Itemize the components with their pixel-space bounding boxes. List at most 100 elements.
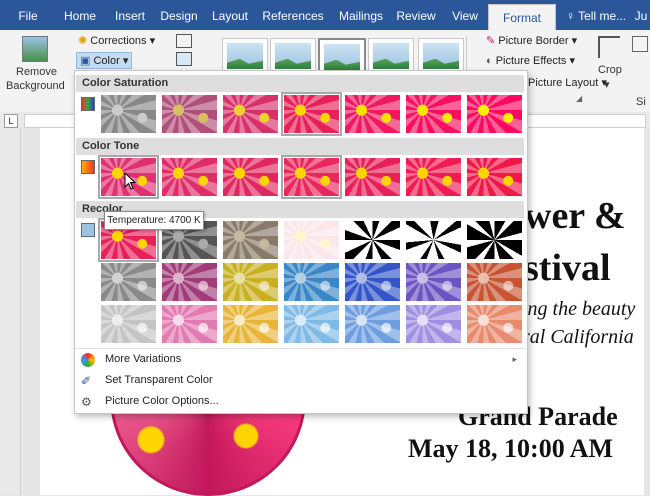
recolor-option[interactable]	[284, 221, 339, 259]
picture-color-options-label: Picture Color Options...	[105, 395, 219, 407]
recolor-option[interactable]	[406, 263, 461, 301]
remove-background-icon	[22, 36, 48, 62]
color-dropdown-menu: Color Saturation Color Tone Recolor More…	[74, 70, 528, 414]
color-button[interactable]: ▣ Color ▾	[76, 52, 133, 69]
color-tone-heading: Color Tone	[76, 138, 524, 155]
compress-pictures-icon[interactable]	[176, 34, 192, 48]
recolor-option[interactable]	[467, 221, 522, 259]
tab-file[interactable]: File	[10, 0, 46, 30]
corrections-label: Corrections	[90, 35, 147, 47]
doc-subtitle-line-2: ral California	[522, 326, 634, 348]
recolor-option[interactable]	[345, 263, 400, 301]
recolor-option[interactable]	[223, 221, 278, 259]
saturation-options-icon	[81, 97, 95, 111]
tab-references[interactable]: References	[262, 0, 324, 30]
picture-style-1[interactable]	[222, 38, 268, 74]
color-saturation-heading: Color Saturation	[76, 75, 524, 92]
saturation-option[interactable]	[345, 95, 400, 133]
lightbulb-icon: ♀	[566, 9, 575, 23]
picture-border-button[interactable]: ✎ Picture Border ▾	[486, 34, 577, 47]
tab-layout[interactable]: Layout	[208, 0, 252, 30]
corrections-button[interactable]: ✺ Corrections ▾	[78, 34, 155, 47]
recolor-option[interactable]	[162, 305, 217, 343]
recolor-option[interactable]	[406, 305, 461, 343]
doc-title-line-2: stival	[524, 247, 611, 289]
recolor-option[interactable]	[467, 263, 522, 301]
color-palette-icon: ▣	[80, 55, 91, 67]
recolor-option[interactable]	[223, 305, 278, 343]
tab-design[interactable]: Design	[158, 0, 200, 30]
height-icon	[632, 36, 648, 52]
recolor-option[interactable]	[101, 263, 156, 301]
picture-style-2[interactable]	[270, 38, 316, 74]
more-variations-label: More Variations	[105, 353, 182, 365]
picture-effects-label: Picture Effects	[495, 55, 567, 67]
picture-style-4[interactable]	[368, 38, 414, 74]
color-label: Color	[93, 55, 120, 67]
picture-style-5[interactable]	[418, 38, 464, 74]
tab-mailings[interactable]: Mailings	[336, 0, 386, 30]
chevron-down-icon: ▾	[604, 79, 610, 91]
tone-option[interactable]	[223, 158, 278, 196]
tab-selector-icon[interactable]: L	[4, 114, 18, 128]
picture-border-label: Picture Border	[498, 35, 569, 47]
tab-insert[interactable]: Insert	[110, 0, 150, 30]
doc-subtitle-line-1: ing the beauty	[522, 298, 636, 320]
recolor-option[interactable]	[162, 263, 217, 301]
more-variations-item[interactable]: More Variations ▸	[75, 349, 525, 370]
chevron-down-icon: ▾	[149, 35, 156, 47]
recolor-option[interactable]	[284, 263, 339, 301]
recolor-option[interactable]	[467, 305, 522, 343]
size-group-label: Si	[636, 96, 646, 108]
saturation-option[interactable]	[101, 95, 156, 133]
saturation-option[interactable]	[467, 95, 522, 133]
tab-home[interactable]: Home	[60, 0, 100, 30]
tone-option[interactable]	[345, 158, 400, 196]
chevron-down-icon: ▾	[571, 35, 578, 47]
tone-option[interactable]	[467, 158, 522, 196]
doc-title-line-1: wer &	[524, 195, 626, 237]
change-picture-icon[interactable]	[176, 52, 192, 66]
picture-options-icon: ⚙	[81, 395, 92, 409]
tab-format[interactable]: Format	[488, 4, 556, 31]
mouse-cursor-icon	[124, 172, 137, 190]
recolor-option[interactable]	[223, 263, 278, 301]
sun-icon: ✺	[78, 35, 88, 47]
saturation-option[interactable]	[406, 95, 461, 133]
palette-icon	[81, 353, 95, 367]
saturation-option[interactable]	[162, 95, 217, 133]
tone-options-icon	[81, 160, 95, 174]
chevron-right-icon: ▸	[512, 354, 517, 364]
vertical-ruler	[0, 128, 21, 495]
saturation-option[interactable]	[223, 95, 278, 133]
tab-review[interactable]: Review	[396, 0, 436, 30]
tell-me-box[interactable]: ♀ Tell me...	[566, 0, 630, 30]
effects-icon: ◐	[486, 55, 493, 67]
pen-icon: ✎	[486, 35, 496, 47]
picture-effects-button[interactable]: ◐ Picture Effects ▾	[486, 54, 575, 67]
recolor-option[interactable]	[406, 221, 461, 259]
eyedropper-icon: ✐	[81, 374, 92, 388]
set-transparent-color-item[interactable]: ✐ Set Transparent Color	[75, 370, 525, 391]
remove-background-label-2[interactable]: Background	[6, 80, 65, 92]
tab-view[interactable]: View	[448, 0, 482, 30]
recolor-option[interactable]	[284, 305, 339, 343]
recolor-option[interactable]	[345, 221, 400, 259]
tell-me-label: Tell me...	[578, 9, 627, 23]
dialog-launcher-icon[interactable]: ◢	[576, 94, 582, 103]
recolor-options-icon	[81, 223, 95, 237]
remove-background-label-1[interactable]: Remove	[16, 66, 57, 78]
picture-color-options-item[interactable]: ⚙ Picture Color Options...	[75, 391, 525, 412]
saturation-option[interactable]	[281, 92, 342, 136]
tone-option[interactable]	[162, 158, 217, 196]
set-transparent-color-label: Set Transparent Color	[105, 374, 213, 386]
tone-option[interactable]	[281, 155, 342, 199]
crop-button[interactable]: Crop	[598, 64, 622, 76]
recolor-option[interactable]	[345, 305, 400, 343]
user-account[interactable]: Ju	[632, 0, 650, 30]
recolor-option[interactable]	[101, 305, 156, 343]
picture-layout-button[interactable]: Picture Layout ▾	[528, 76, 607, 89]
tone-option[interactable]	[406, 158, 461, 196]
crop-icon	[598, 36, 620, 58]
picture-layout-label: Picture Layout	[528, 77, 599, 89]
